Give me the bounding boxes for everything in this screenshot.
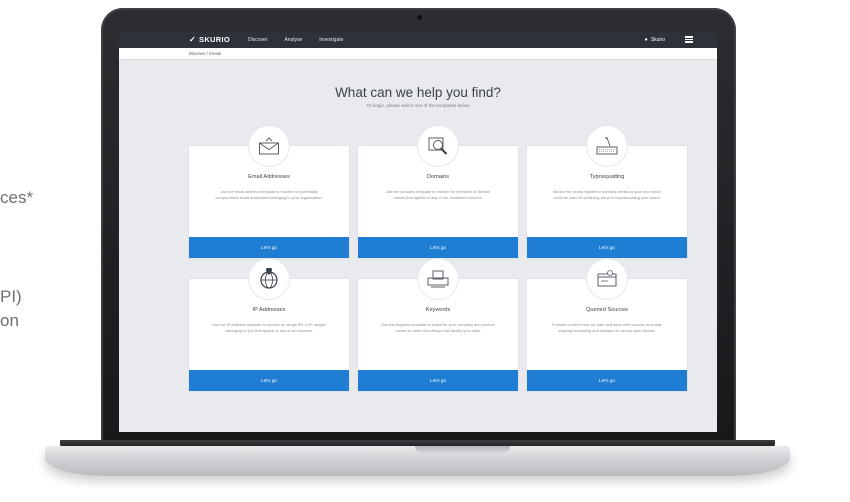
template-card-queried-sources: Queried Sources Forward content from our…	[527, 259, 687, 391]
nav-analyse[interactable]: Analyse	[284, 37, 302, 43]
slide-text-line-1: ces*	[0, 188, 34, 207]
card-description: Use the domains template to monitor for …	[385, 189, 491, 200]
card-description: Use the IP Address template to monitor f…	[212, 322, 326, 333]
card-description: Monitor for newly registered domains sim…	[552, 189, 662, 200]
brand-logo[interactable]: ✓ SKURIO	[189, 35, 230, 44]
template-card-ip-addresses: IP Addresses Use the IP Address template…	[189, 259, 349, 391]
template-card-domains: Domains Use the domains template to moni…	[358, 126, 518, 258]
template-grid: Email Addresses Use the email address te…	[189, 126, 687, 391]
top-navbar: ✓ SKURIO Discover Analyse Investigate ● …	[119, 31, 717, 48]
hero: What can we help you find? To begin, ple…	[119, 85, 717, 108]
printer-icon	[418, 259, 458, 299]
slide-text-line-3: on	[0, 311, 19, 330]
topbar-right: ● Skurio	[644, 31, 693, 48]
template-card-email: Email Addresses Use the email address te…	[189, 126, 349, 258]
camera-icon	[417, 15, 422, 20]
page-title: What can we help you find?	[335, 85, 501, 100]
card-description: Use the email address template to monito…	[215, 189, 323, 200]
user-menu[interactable]: ● Skurio	[644, 37, 665, 43]
template-card-keywords: Keywords Use the keyword template to wat…	[358, 259, 518, 391]
envelope-icon	[249, 126, 289, 166]
breadcrumb-text[interactable]: Discover / Create	[189, 51, 221, 56]
lets-go-button[interactable]: Let's go	[189, 237, 349, 258]
globe-pin-icon	[249, 259, 289, 299]
card-description: Forward content from our dark and deep w…	[552, 322, 662, 333]
card-title: Typosquatting	[589, 174, 625, 180]
lets-go-button[interactable]: Let's go	[527, 370, 687, 391]
lets-go-button[interactable]: Let's go	[358, 370, 518, 391]
card-title: Email Addresses	[248, 174, 290, 180]
browser-icon	[587, 259, 627, 299]
page-subtitle: To begin, please select one of the templ…	[366, 103, 470, 108]
card-title: Queried Sources	[586, 307, 628, 313]
breadcrumb: Discover / Create	[119, 48, 717, 60]
lets-go-button[interactable]: Let's go	[527, 237, 687, 258]
slide-text-line-2: PI)	[0, 287, 22, 306]
keyboard-icon	[587, 126, 627, 166]
nav-discover[interactable]: Discover	[248, 37, 267, 43]
lets-go-button[interactable]: Let's go	[189, 370, 349, 391]
card-title: Domains	[426, 174, 450, 180]
card-description: Use the keyword template to watch for yo…	[381, 322, 495, 333]
laptop-screen: ✓ SKURIO Discover Analyse Investigate ● …	[119, 31, 717, 432]
nav-investigate[interactable]: Investigate	[319, 37, 343, 43]
laptop-notch	[415, 446, 510, 453]
lets-go-button[interactable]: Let's go	[358, 237, 518, 258]
card-title: IP Addresses	[252, 307, 286, 313]
template-card-typosquatting: Typosquatting Monitor for newly register…	[527, 126, 687, 258]
brand-name: SKURIO	[199, 35, 230, 44]
card-title: Keywords	[425, 307, 451, 313]
logo-mark-icon: ✓	[189, 35, 197, 44]
laptop-base	[45, 446, 790, 476]
user-icon: ●	[644, 36, 648, 43]
hamburger-menu-icon[interactable]	[685, 36, 693, 43]
user-name: Skurio	[650, 36, 665, 43]
magnifier-icon	[418, 126, 458, 166]
